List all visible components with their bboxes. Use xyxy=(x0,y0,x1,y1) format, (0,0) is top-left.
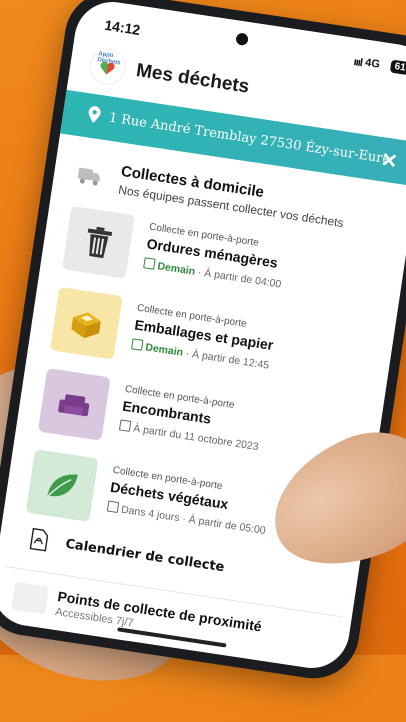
packaging-icon xyxy=(71,312,101,339)
close-icon[interactable]: ✕ xyxy=(379,147,399,174)
tile xyxy=(37,368,111,441)
tile xyxy=(49,286,123,360)
phone: 14:12 ıııl 4G 61 Appli Déchets Mes déche… xyxy=(0,0,406,685)
sofa-icon xyxy=(58,394,90,417)
collection-when: Demain xyxy=(156,260,196,278)
status-time: 14:12 xyxy=(103,16,142,38)
collection-date: À partir du 11 octobre 2023 xyxy=(118,419,260,454)
signal-icon: ıııl xyxy=(352,56,363,70)
calendar-small-icon xyxy=(131,338,144,351)
collection-detail: Dans 4 jours · À partir de 05:00 xyxy=(120,503,267,537)
calendar-small-icon xyxy=(143,257,156,270)
network-label: 4G xyxy=(364,56,381,71)
heart-logo-icon xyxy=(100,61,115,75)
tile xyxy=(62,205,135,279)
collection-detail: À partir du 11 octobre 2023 xyxy=(132,422,260,454)
truck-icon xyxy=(77,167,101,186)
trash-bin-icon xyxy=(87,226,113,259)
calendar-small-icon xyxy=(118,419,132,432)
page-title: Mes déchets xyxy=(134,60,251,98)
battery-icon: 61 xyxy=(389,59,406,76)
calendar-small-icon xyxy=(106,500,120,514)
leaf-icon xyxy=(47,474,78,497)
container-icon xyxy=(11,581,50,615)
app-logo[interactable]: Appli Déchets xyxy=(88,47,127,86)
pdf-file-icon xyxy=(29,527,49,552)
collection-when: Demain xyxy=(144,341,184,359)
location-pin-icon xyxy=(88,106,101,124)
tile xyxy=(25,449,99,522)
